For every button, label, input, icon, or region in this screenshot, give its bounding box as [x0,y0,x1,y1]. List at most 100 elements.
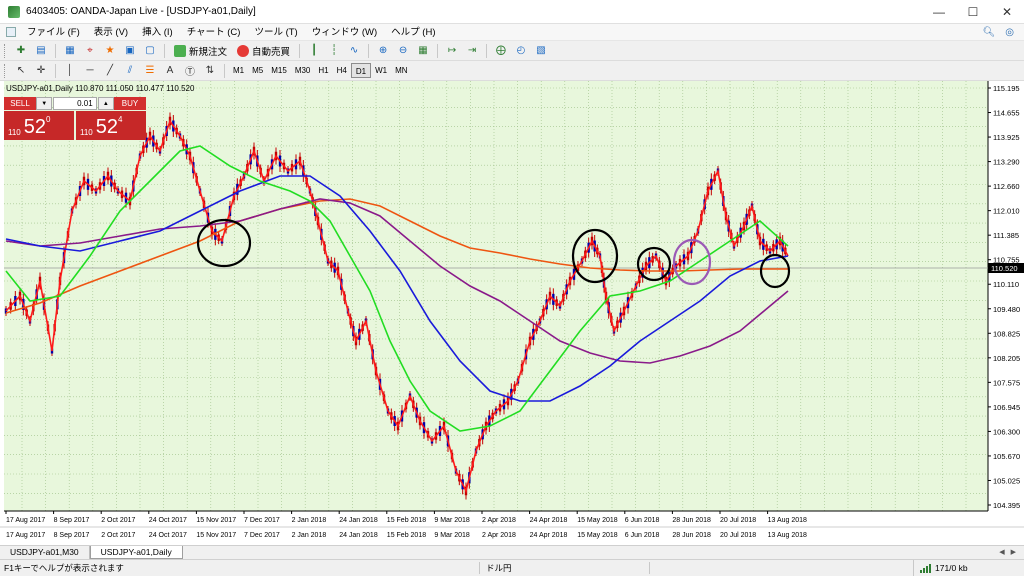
crosshair-icon[interactable]: ✛ [33,63,49,79]
price-chart[interactable]: 115.195 114.655 113.925 113.290 112.660 112.0… [0,81,1024,545]
window-title: 6403405: OANDA-Japan Live - [USDJPY-a01,… [26,6,256,17]
document-icon[interactable] [6,27,16,37]
line-chart-icon[interactable]: ∿ [346,43,362,59]
buy-price-big: 52 [95,116,119,138]
timeframe-w1[interactable]: W1 [371,63,391,78]
connection-status[interactable]: 171/0 kb [914,563,1024,573]
navigator-icon[interactable]: ★ [102,43,118,59]
menu-window[interactable]: ウィンドウ (W) [305,24,384,41]
toolbar-grip[interactable] [4,63,7,78]
price-label: 112.010 [993,207,1020,216]
date-label-lower: 2 Oct 2017 [101,532,135,539]
templates-icon[interactable]: ▧ [533,43,549,59]
terminal-icon[interactable]: ▣ [122,43,138,59]
new-order-label: 新規注文 [189,46,228,58]
zoom-in-icon[interactable]: ⊕ [375,43,391,59]
sell-price-sup: 0 [46,115,51,124]
menu-help[interactable]: ヘルプ (H) [384,24,442,41]
auto-trading-button[interactable]: 自動売買 [232,42,295,60]
bar-chart-icon[interactable]: ┃ [306,43,322,59]
date-label-lower: 7 Dec 2017 [244,532,280,539]
lot-increase-button[interactable]: ▲ [97,97,114,110]
date-label-lower: 6 Jun 2018 [625,532,660,539]
sell-price-big: 52 [23,116,47,138]
tab-scroll-left-icon[interactable]: ◀ [999,546,1004,559]
timeframe-m1[interactable]: M1 [229,63,248,78]
arrows-icon[interactable]: ⇅ [202,63,218,79]
date-label-lower: 9 Mar 2018 [434,532,470,539]
toolbar-grip[interactable] [4,43,7,58]
title-bar: 6403405: OANDA-Japan Live - [USDJPY-a01,… [0,0,1024,24]
new-chart-icon[interactable]: ✚ [13,43,29,59]
toolbar-separator [368,43,370,58]
data-window-icon[interactable]: ⌖ [82,43,98,59]
date-label: 13 Aug 2018 [768,517,807,524]
text-label-icon[interactable]: Ⓣ [182,63,198,79]
menu-view[interactable]: 表示 (V) [87,24,135,41]
community-icon[interactable]: ◎ [1005,27,1014,38]
lot-size-input[interactable]: 0.01 [53,97,97,110]
timeframe-m5[interactable]: M5 [248,63,267,78]
toolbar-separator [55,43,56,58]
timeframe-d1[interactable]: D1 [350,63,372,78]
trendline-icon[interactable]: ╱ [102,63,118,79]
price-label: 113.925 [993,133,1020,142]
timeframe-mn[interactable]: MN [391,63,411,78]
menu-file[interactable]: ファイル (F) [20,24,87,41]
tester-icon[interactable]: ▢ [142,43,158,59]
vertical-line-icon[interactable]: │ [62,63,78,79]
search-icon[interactable]: 🔍︎ [983,27,996,38]
timeframe-h1[interactable]: H1 [314,63,332,78]
market-watch-icon[interactable]: ▦ [62,43,78,59]
menu-bar: ファイル (F) 表示 (V) 挿入 (I) チャート (C) ツール (T) … [0,24,1024,41]
profiles-icon[interactable]: ▤ [33,43,49,59]
periods-icon[interactable]: ◴ [513,43,529,59]
sell-price[interactable]: 110 52 0 [4,111,74,140]
horizontal-line-icon[interactable]: ─ [82,63,98,79]
date-label: 17 Aug 2017 [6,517,45,524]
date-label-lower: 20 Jul 2018 [720,532,756,539]
timeframe-m30[interactable]: M30 [291,63,315,78]
auto-scroll-icon[interactable]: ↦ [444,43,460,59]
price-label: 107.575 [993,378,1020,387]
fibonacci-icon[interactable]: ☰ [142,63,158,79]
date-label: 15 May 2018 [577,517,618,524]
date-label: 6 Jun 2018 [625,517,660,524]
tab-usdjpy-daily[interactable]: USDJPY-a01,Daily [89,546,183,559]
buy-price[interactable]: 110 52 4 [76,111,146,140]
timeframe-h4[interactable]: H4 [333,63,351,78]
lot-decrease-button[interactable]: ▼ [36,97,53,110]
tab-usdjpy-m30[interactable]: USDJPY-a01,M30 [0,546,90,559]
price-label: 112.660 [993,182,1020,191]
tab-scroll-right-icon[interactable]: ▶ [1011,546,1016,559]
toolbar-separator [224,63,225,78]
date-label: 2 Oct 2017 [101,517,135,524]
chart-canvas[interactable]: 115.195 114.655 113.925 113.290 112.660 112.0… [0,81,1024,545]
price-label: 104.395 [993,501,1020,510]
channel-icon[interactable]: ⫽ [122,63,138,79]
sell-button[interactable]: SELL [4,97,37,110]
cursor-icon[interactable]: ↖ [13,63,29,79]
new-order-button[interactable]: 新規注文 [169,42,232,60]
menu-chart[interactable]: チャート (C) [180,24,248,41]
tile-windows-icon[interactable]: ▦ [415,43,431,59]
buy-button[interactable]: BUY [113,97,146,110]
chart-header: USDJPY-a01,Daily 110.870 111.050 110.477… [6,84,195,93]
date-label: 24 Oct 2017 [149,517,187,524]
date-label-lower: 15 Nov 2017 [196,532,236,539]
minimize-button[interactable]: — [922,0,956,24]
price-label: 108.205 [993,354,1020,363]
candlestick-icon[interactable]: ┆ [326,43,342,59]
menu-insert[interactable]: 挿入 (I) [135,24,180,41]
plot-area [4,81,988,511]
timeframe-m15[interactable]: M15 [267,63,291,78]
maximize-button[interactable]: ☐ [956,0,990,24]
date-label-lower: 15 Feb 2018 [387,532,426,539]
text-icon[interactable]: A [162,63,178,79]
indicators-icon[interactable]: ⨁ [493,43,509,59]
menu-tools[interactable]: ツール (T) [247,24,304,41]
zoom-out-icon[interactable]: ⊖ [395,43,411,59]
close-button[interactable]: ✕ [990,0,1024,24]
status-help-text: F1キーでヘルプが表示されます [0,562,480,574]
chart-shift-icon[interactable]: ⇥ [464,43,480,59]
